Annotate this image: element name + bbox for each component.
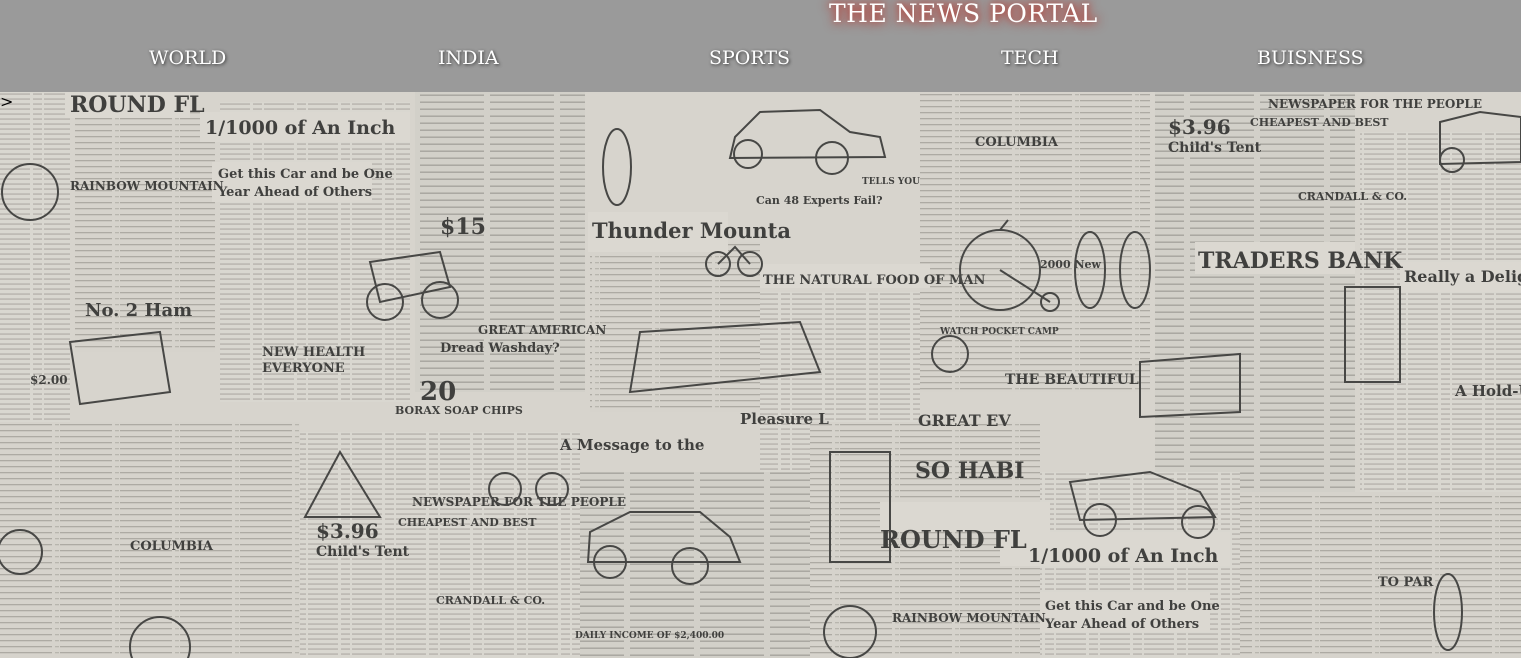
nav-item-tech[interactable]: TECH — [1001, 46, 1059, 70]
nav-item-sports[interactable]: SPORTS — [709, 46, 790, 70]
stray-text: > — [0, 92, 14, 111]
top-header: THE NEWS PORTAL WORLD INDIA SPORTS TECH … — [0, 0, 1521, 92]
page: ROUND FL 1/1000 of An Inch Get this Car … — [0, 0, 1521, 658]
nav-item-buisness[interactable]: BUISNESS — [1257, 46, 1364, 70]
nav-item-india[interactable]: INDIA — [438, 46, 499, 70]
newspaper-collage: ROUND FL 1/1000 of An Inch Get this Car … — [0, 92, 1521, 658]
newspaper-background-image: ROUND FL 1/1000 of An Inch Get this Car … — [0, 92, 1521, 658]
site-title: THE NEWS PORTAL — [829, 0, 1098, 28]
nav-item-world[interactable]: WORLD — [149, 46, 226, 70]
